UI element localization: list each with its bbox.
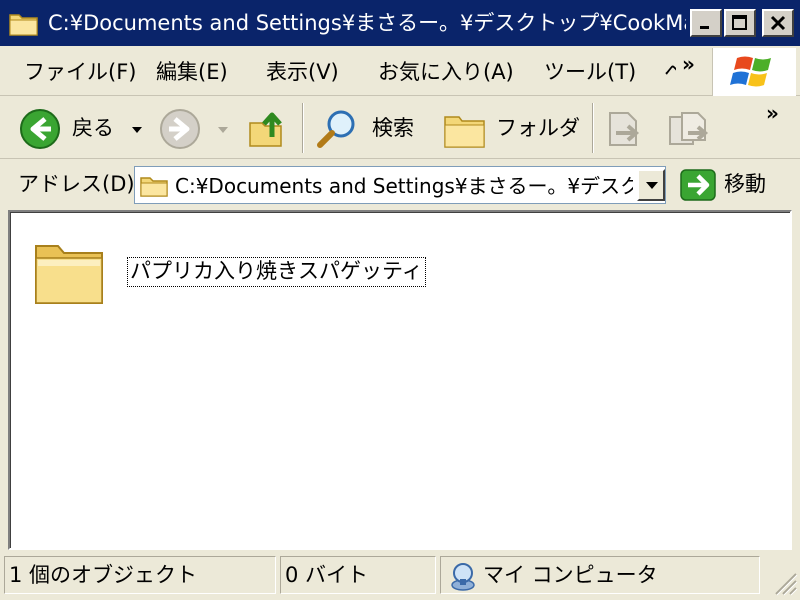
resize-grip-icon[interactable] — [772, 568, 798, 598]
explorer-window: C:¥Documents and Settings¥まさるー。¥デスクトップ¥C… — [0, 0, 800, 600]
up-folder-icon[interactable] — [246, 107, 290, 151]
back-dropdown-icon[interactable] — [132, 127, 142, 133]
search-button-label[interactable]: 検索 — [372, 114, 414, 142]
menu-view[interactable]: 表示(V) — [266, 58, 339, 86]
address-bar: アドレス(D) C:¥Documents and Settings¥まさるー。¥… — [0, 160, 800, 210]
search-icon[interactable] — [314, 107, 360, 151]
address-field[interactable]: C:¥Documents and Settings¥まさるー。¥デスク — [134, 166, 666, 204]
status-zone-label: マイ コンピュータ — [483, 563, 658, 587]
folder-icon[interactable] — [30, 234, 110, 314]
minimize-button[interactable] — [690, 9, 722, 37]
go-arrow-icon[interactable] — [680, 169, 716, 201]
menu-help[interactable]: ヘ — [664, 58, 676, 86]
address-label: アドレス(D) — [18, 172, 135, 196]
address-value[interactable]: C:¥Documents and Settings¥まさるー。¥デスク — [175, 171, 633, 201]
chevron-down-icon — [646, 182, 658, 189]
standard-toolbar: 戻る 検索 フォルダ » — [0, 97, 800, 159]
status-size: 0 バイト — [280, 556, 436, 594]
status-bar: 1 個のオブジェクト 0 バイト マイ コンピュータ — [0, 552, 800, 600]
window-title: C:¥Documents and Settings¥まさるー。¥デスクトップ¥C… — [48, 11, 686, 35]
forward-arrow-icon[interactable] — [158, 107, 202, 151]
address-dropdown-button[interactable] — [637, 169, 665, 201]
folder-icon — [140, 177, 168, 197]
status-zone: マイ コンピュータ — [440, 556, 760, 594]
menu-favorites[interactable]: お気に入り(A) — [378, 58, 514, 86]
folder-view[interactable]: パプリカ入り焼きスパゲッティ — [8, 210, 792, 550]
my-computer-icon — [451, 563, 475, 591]
back-button-label[interactable]: 戻る — [72, 114, 114, 142]
folder-icon — [9, 14, 38, 36]
forward-dropdown-icon[interactable] — [218, 127, 228, 133]
toolbar-separator — [592, 103, 594, 153]
windows-logo — [712, 48, 796, 96]
menu-tools[interactable]: ツール(T) — [544, 58, 636, 86]
toolbar-separator — [302, 103, 304, 153]
title-bar[interactable]: C:¥Documents and Settings¥まさるー。¥デスクトップ¥C… — [0, 0, 800, 46]
menu-overflow-chevron[interactable]: » — [682, 52, 695, 76]
toolbar-overflow-chevron[interactable]: » — [766, 101, 779, 125]
back-arrow-icon[interactable] — [18, 107, 62, 151]
go-button-label[interactable]: 移動 — [724, 170, 766, 198]
move-to-icon[interactable] — [604, 107, 646, 151]
folders-button-label[interactable]: フォルダ — [496, 114, 580, 142]
copy-to-icon[interactable] — [664, 107, 714, 151]
menu-bar: ファイル(F) 編集(E) 表示(V) お気に入り(A) ツール(T) ヘ » — [0, 46, 800, 96]
maximize-button[interactable] — [724, 9, 756, 37]
close-button[interactable] — [762, 9, 794, 37]
menu-file[interactable]: ファイル(F) — [24, 58, 136, 86]
close-icon — [770, 15, 786, 31]
menu-edit[interactable]: 編集(E) — [156, 58, 228, 86]
status-object-count: 1 個のオブジェクト — [4, 556, 276, 594]
folders-icon[interactable] — [442, 107, 488, 151]
folder-name-label[interactable]: パプリカ入り焼きスパゲッティ — [127, 257, 426, 287]
windows-flag-icon — [730, 56, 771, 87]
maximize-icon — [732, 15, 747, 30]
minimize-icon — [700, 26, 709, 29]
